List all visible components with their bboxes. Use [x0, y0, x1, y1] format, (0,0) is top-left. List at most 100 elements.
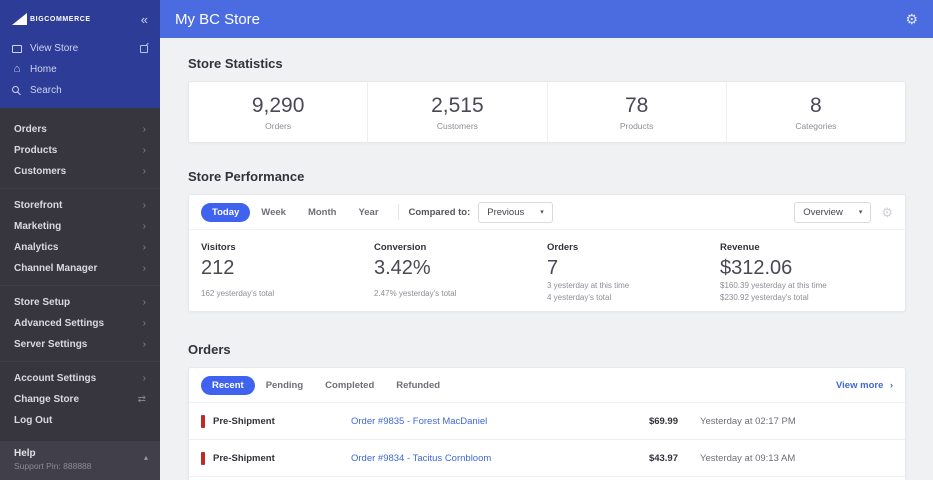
sidebar-item-server-settings[interactable]: Server Settings ›	[0, 334, 160, 355]
gear-icon[interactable]: ⚙	[905, 12, 918, 26]
table-row: Completed Order #9833 - Robert Robertson…	[189, 476, 905, 480]
chevron-right-icon: ›	[142, 297, 146, 308]
sidebar-item-log-out[interactable]: Log Out	[0, 410, 160, 431]
chevron-right-icon: ›	[142, 318, 146, 329]
sidebar: BIGCOMMERCE « View Store ⌂ Home Search O…	[0, 0, 160, 480]
sidebar-item-label: Home	[30, 64, 57, 75]
tab-pending[interactable]: Pending	[255, 376, 314, 395]
metric-value: $312.06	[720, 257, 793, 279]
store-statistics-heading: Store Statistics	[188, 56, 283, 71]
status-label: Pre-Shipment	[213, 415, 275, 427]
storefront-icon	[12, 44, 22, 53]
tab-today[interactable]: Today	[201, 202, 251, 222]
order-link[interactable]: Order #9835 - Forest MacDaniel	[351, 416, 603, 427]
overview-value: Overview	[803, 206, 843, 218]
external-link-icon	[140, 44, 148, 53]
home-icon: ⌂	[13, 63, 21, 75]
metric-visitors: Visitors 212 162 yesterday's total	[201, 242, 374, 300]
help-label: Help	[14, 448, 36, 459]
stat-label: Customers	[436, 120, 478, 131]
chevron-right-icon: ›	[142, 145, 146, 156]
sidebar-item-change-store[interactable]: Change Store ⇄	[0, 389, 160, 410]
sidebar-item-advanced-settings[interactable]: Advanced Settings ›	[0, 313, 160, 334]
sidebar-item-account-settings[interactable]: Account Settings ›	[0, 368, 160, 389]
metric-subtext: 4 yesterday's total	[547, 293, 612, 303]
sidebar-top-section: BIGCOMMERCE « View Store ⌂ Home Search	[0, 0, 160, 108]
sidebar-item-home[interactable]: ⌂ Home	[0, 59, 160, 80]
chevron-right-icon: ›	[142, 339, 146, 350]
menu-group-marketing: Storefront › Marketing › Analytics › Cha…	[0, 189, 160, 286]
orders-heading: Orders	[188, 342, 231, 357]
performance-toolbar: Today Week Month Year Compared to: Previ…	[189, 195, 905, 229]
tab-recent[interactable]: Recent	[201, 375, 255, 395]
metric-value: 212	[201, 257, 235, 279]
metric-conversion: Conversion 3.42% 2.47% yesterday's total	[374, 242, 547, 300]
top-header-bar: My BC Store ⚙	[160, 0, 933, 38]
store-title: My BC Store	[175, 10, 261, 28]
tab-completed[interactable]: Completed	[314, 376, 385, 395]
sidebar-item-storefront[interactable]: Storefront ›	[0, 195, 160, 216]
menu-item-label: Orders	[14, 124, 47, 135]
store-statistics-card: 9,290 Orders 2,515 Customers 78 Products…	[188, 81, 906, 143]
menu-item-label: Products	[14, 145, 58, 156]
view-more-label: View more	[836, 379, 884, 391]
table-row: Pre-Shipment Order #9835 - Forest MacDan…	[189, 402, 905, 439]
metric-orders: Orders 7 3 yesterday at this time 4 yest…	[547, 242, 720, 302]
sidebar-item-customers[interactable]: Customers ›	[0, 161, 160, 182]
performance-metrics: Visitors 212 162 yesterday's total Conve…	[189, 229, 905, 311]
bigcommerce-sail-icon	[12, 13, 27, 25]
chevron-right-icon: ›	[142, 166, 146, 177]
sidebar-item-analytics[interactable]: Analytics ›	[0, 237, 160, 258]
order-date: Yesterday at 09:13 AM	[700, 452, 796, 464]
menu-item-label: Advanced Settings	[14, 318, 105, 329]
chevron-right-icon: ›	[142, 200, 146, 211]
orders-toolbar: Recent Pending Completed Refunded View m…	[189, 368, 905, 402]
stat-value: 2,515	[431, 93, 484, 117]
sidebar-item-view-store[interactable]: View Store	[0, 38, 160, 59]
swap-arrows-icon: ⇄	[137, 394, 146, 405]
stat-orders: 9,290 Orders	[189, 82, 369, 142]
compared-to-select[interactable]: Previous ▾	[478, 201, 553, 223]
chevron-right-icon: ›	[142, 221, 146, 232]
metric-label: Revenue	[720, 242, 760, 253]
support-pin: Support Pin: 888888	[14, 461, 92, 471]
bigcommerce-logo: BIGCOMMERCE	[12, 13, 91, 25]
tab-refunded[interactable]: Refunded	[385, 376, 451, 395]
tab-week[interactable]: Week	[250, 203, 297, 222]
menu-group-account: Account Settings › Change Store ⇄ Log Ou…	[0, 362, 160, 437]
metric-value: 7	[547, 257, 559, 279]
stat-categories: 8 Categories	[727, 82, 905, 142]
stat-customers: 2,515 Customers	[368, 82, 548, 142]
sidebar-item-channel-manager[interactable]: Channel Manager ›	[0, 258, 160, 279]
menu-group-settings: Store Setup › Advanced Settings › Server…	[0, 286, 160, 362]
orders-card: Recent Pending Completed Refunded View m…	[188, 367, 906, 480]
chevron-right-icon: ›	[142, 263, 146, 274]
view-more-link[interactable]: View more ›	[836, 380, 893, 391]
sidebar-item-search[interactable]: Search	[0, 80, 160, 101]
gear-icon[interactable]: ⚙	[881, 206, 893, 219]
metric-label: Conversion	[374, 242, 427, 253]
order-amount: $69.99	[648, 415, 678, 427]
stat-value: 78	[624, 93, 649, 117]
table-row: Pre-Shipment Order #9834 - Tacitus Cornb…	[189, 439, 905, 476]
sidebar-collapse-icon[interactable]: «	[141, 13, 148, 26]
overview-select[interactable]: Overview ▾	[794, 201, 872, 223]
help-panel[interactable]: Help Support Pin: 888888 ▴	[0, 441, 160, 480]
chevron-right-icon: ›	[142, 242, 146, 253]
main-area: My BC Store ⚙ Store Statistics 9,290 Ord…	[160, 0, 933, 480]
tab-month[interactable]: Month	[297, 203, 348, 222]
sidebar-item-orders[interactable]: Orders ›	[0, 119, 160, 140]
chevron-down-icon: ▾	[858, 209, 863, 216]
dashboard-content: Store Statistics 9,290 Orders 2,515 Cust…	[160, 38, 933, 480]
stat-value: 8	[810, 93, 822, 117]
order-link[interactable]: Order #9834 - Tacitus Cornbloom	[351, 453, 603, 464]
metric-label: Orders	[547, 242, 579, 253]
sidebar-item-store-setup[interactable]: Store Setup ›	[0, 292, 160, 313]
metric-value: 3.42%	[374, 257, 431, 279]
status-color-bar	[201, 451, 205, 465]
sidebar-item-marketing[interactable]: Marketing ›	[0, 216, 160, 237]
metric-subtext: 2.47% yesterday's total	[374, 288, 457, 298]
sidebar-item-products[interactable]: Products ›	[0, 140, 160, 161]
compared-to-label: Compared to:	[408, 206, 471, 218]
tab-year[interactable]: Year	[347, 203, 389, 222]
